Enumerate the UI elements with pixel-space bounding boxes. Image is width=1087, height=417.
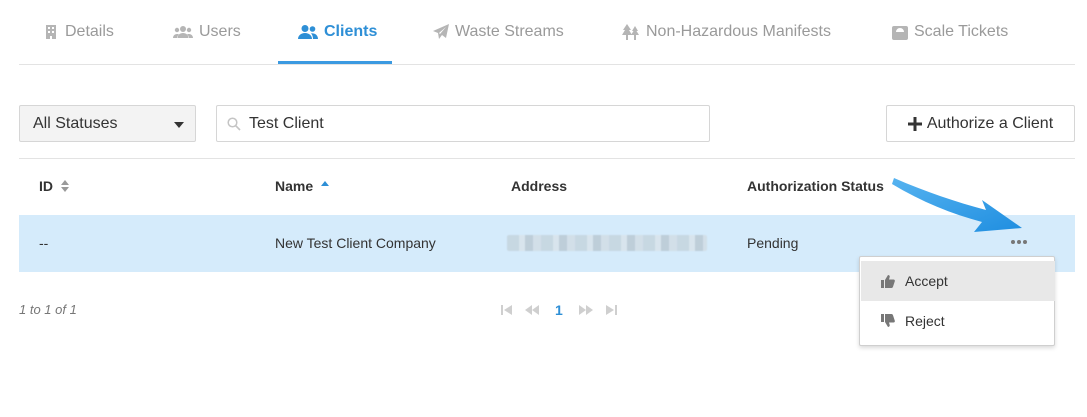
tab-waste-streams-label: Waste Streams (455, 23, 564, 40)
tab-users-label: Users (199, 23, 241, 40)
status-filter-value: All Statuses (33, 114, 118, 132)
tab-bar: Details Users Clients Waste Streams Non-… (19, 0, 1075, 65)
tab-waste-streams[interactable]: Waste Streams (433, 0, 564, 64)
table-top-border (19, 158, 1075, 159)
active-tab-indicator (278, 61, 392, 64)
pagination: 1 (495, 302, 623, 318)
previous-page-button[interactable] (525, 304, 539, 316)
thumbs-up-icon (881, 275, 895, 288)
cell-id: -- (39, 235, 49, 251)
tab-clients-label: Clients (324, 23, 378, 40)
column-header-id-label: ID (39, 178, 53, 194)
menu-item-reject[interactable]: Reject (861, 301, 1055, 341)
next-page-button[interactable] (578, 304, 593, 316)
sort-ascending-icon (321, 180, 330, 186)
last-page-icon (605, 305, 617, 315)
thumbs-down-icon (881, 314, 895, 327)
tab-clients[interactable]: Clients (298, 0, 377, 64)
users-icon (173, 26, 193, 38)
cell-status: Pending (747, 235, 799, 251)
column-header-authorization-status[interactable]: Authorization Status (747, 178, 884, 194)
caret-down-icon (174, 122, 184, 128)
result-count: 1 to 1 of 1 (19, 302, 77, 317)
menu-item-accept-label: Accept (905, 273, 948, 289)
menu-item-reject-label: Reject (905, 313, 945, 329)
plus-icon (907, 116, 922, 131)
page-number-current[interactable]: 1 (555, 302, 563, 318)
ellipsis-icon-dot (1023, 240, 1027, 244)
status-filter-select[interactable]: All Statuses (19, 105, 196, 142)
column-header-name[interactable]: Name (275, 178, 330, 194)
clients-icon (298, 25, 318, 39)
search-icon (227, 117, 241, 131)
column-header-address-label: Address (511, 178, 568, 194)
scale-icon (892, 26, 908, 40)
first-page-icon (501, 305, 512, 315)
column-header-name-label: Name (275, 178, 314, 194)
previous-page-icon (525, 305, 539, 315)
tab-details[interactable]: Details (43, 0, 114, 64)
column-header-address[interactable]: Address (511, 178, 567, 194)
building-icon (46, 25, 56, 39)
column-header-authorization-status-label: Authorization Status (747, 178, 884, 194)
tab-non-hazardous-manifests-label: Non-Hazardous Manifests (646, 23, 831, 40)
last-page-button[interactable] (605, 304, 617, 316)
column-header-id[interactable]: ID (39, 178, 69, 194)
annotation-arrow-icon (892, 178, 1022, 232)
first-page-button[interactable] (501, 304, 513, 316)
row-actions-menu: Accept Reject (859, 256, 1055, 346)
next-page-icon (578, 305, 593, 315)
ellipsis-icon-dot (1017, 240, 1021, 244)
sort-icon (61, 180, 69, 192)
tab-scale-tickets-label: Scale Tickets (914, 23, 1009, 40)
search-input[interactable] (249, 106, 699, 141)
authorize-client-label: Authorize a Client (926, 114, 1054, 132)
authorize-client-button[interactable]: Authorize a Client (886, 105, 1075, 142)
menu-item-accept[interactable]: Accept (861, 261, 1055, 301)
tab-non-hazardous-manifests[interactable]: Non-Hazardous Manifests (622, 0, 831, 64)
cell-address-redacted (507, 235, 707, 251)
trees-icon (622, 24, 639, 40)
ellipsis-icon (1011, 240, 1015, 244)
tab-details-label: Details (65, 23, 114, 40)
search-field[interactable] (216, 105, 710, 142)
tab-users[interactable]: Users (173, 0, 241, 64)
tab-scale-tickets[interactable]: Scale Tickets (892, 0, 1008, 64)
cell-name: New Test Client Company (275, 235, 436, 251)
paper-plane-icon (433, 24, 449, 39)
